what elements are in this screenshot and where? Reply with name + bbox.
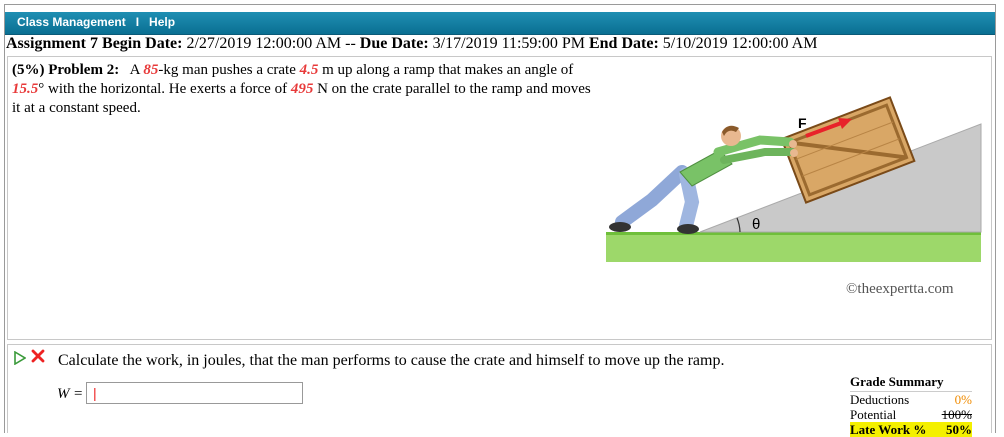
assignment-header: Assignment 7 Begin Date: 2/27/2019 12:00… [6,35,817,53]
part-question: Calculate the work, in joules, that the … [58,352,725,369]
top-menu-bar: Class Management I Help [5,12,995,35]
end-date-label: End Date: [588,35,659,52]
answer-variable-label: W [57,386,70,402]
answer-equals: = [74,386,83,402]
force-value: 495 [290,81,314,97]
late-work-value: 50% [946,422,972,437]
deductions-value: 0% [954,392,972,407]
problem-statement: (5%) Problem 2: A 85-kg man pushes a cra… [12,61,592,118]
ground [606,232,981,262]
grade-summary: Grade Summary Deductions 0% Potential 10… [850,374,972,437]
grade-row-potential: Potential 100% [850,407,972,422]
play-icon[interactable] [14,351,26,365]
answer-input[interactable]: | [86,382,303,404]
angle-label: θ [752,216,760,233]
distance-value: 4.5 [299,62,319,78]
menu: Class Management I Help [17,15,175,29]
image-credit: ©theexpertta.com [846,281,954,297]
problem-label: Problem 2: [48,62,120,78]
end-date-value: 5/10/2019 12:00:00 AM [662,35,818,52]
grade-row-late-work: Late Work % 50% [850,422,972,437]
due-date-label: Due Date: [359,35,429,52]
menu-help[interactable]: Help [149,15,175,29]
due-date-value: 3/17/2019 11:59:00 PM [432,35,585,52]
menu-separator: I [135,15,140,29]
problem-text-2: -kg man pushes a crate [158,62,300,78]
assignment-title: Assignment 7 [6,35,99,52]
angle-value: 15.5 [12,81,39,97]
close-x-icon[interactable] [31,349,45,363]
begin-date-value: 2/27/2019 12:00:00 AM [186,35,342,52]
grade-row-deductions: Deductions 0% [850,392,972,407]
mass-value: 85 [143,62,159,78]
late-work-label: Late Work % [850,422,927,437]
potential-label: Potential [850,407,897,422]
begin-date-label: Begin Date: [102,35,183,52]
date-dash: -- [345,35,356,52]
problem-text-3: m up along a ramp that makes an angle of [318,62,574,78]
ramp-illustration: θ F [606,96,982,262]
menu-class-management[interactable]: Class Management [17,15,126,29]
potential-value: 100% [941,407,972,422]
problem-weight: (5%) [12,62,45,78]
problem-text-4: ° with the horizontal. He exerts a force… [38,81,291,97]
deductions-label: Deductions [850,392,910,407]
force-label: F [798,115,807,131]
problem-text-1: A [129,62,144,78]
grade-summary-title: Grade Summary [850,374,972,392]
